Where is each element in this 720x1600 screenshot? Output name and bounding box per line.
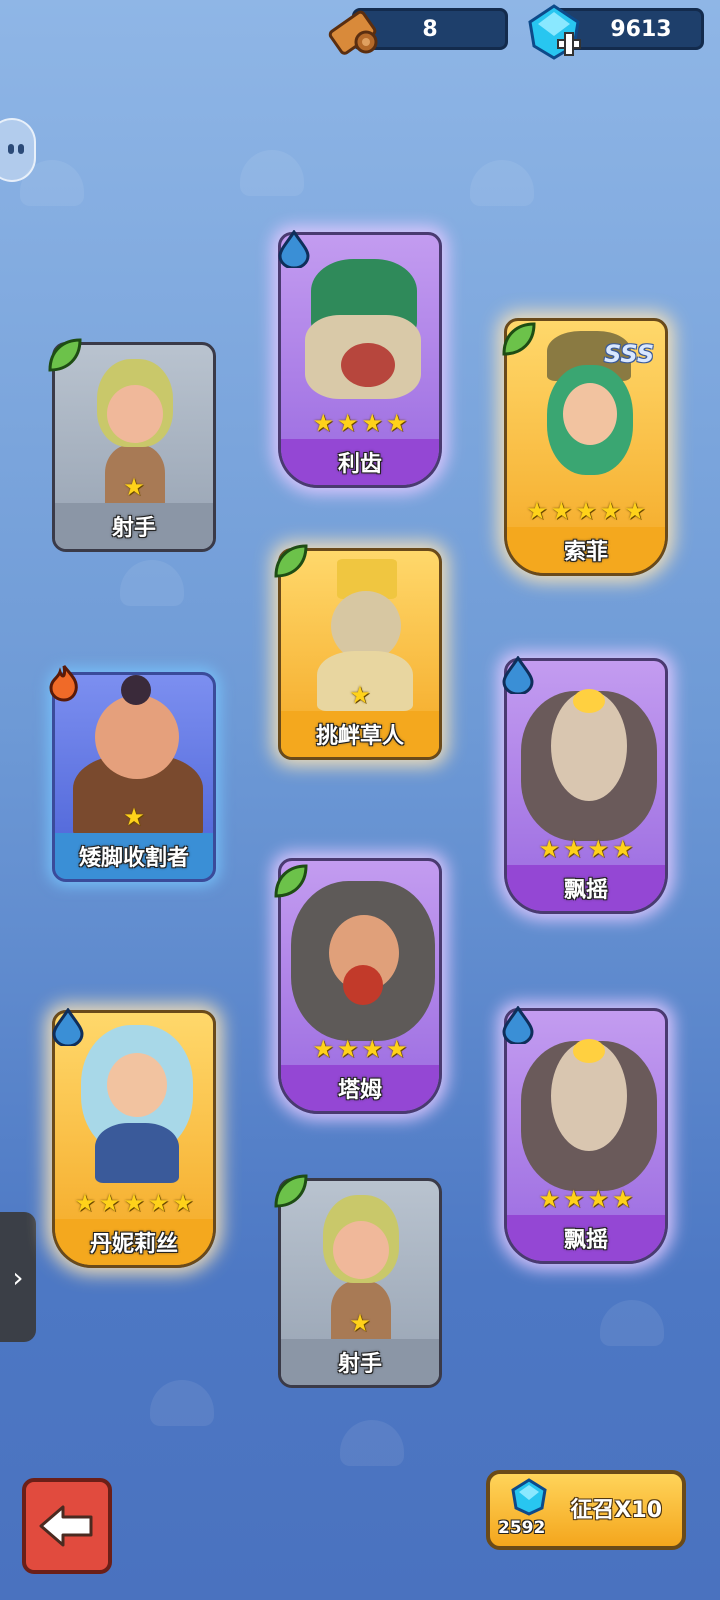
star-icon: ★ [538,835,560,863]
gem-count: 9613 [610,16,672,42]
star-icon: ★ [612,835,634,863]
star-icon: ★ [562,835,585,863]
star-rating: ★ ★ ★ ★ [507,1187,665,1211]
leaf-icon [502,322,536,356]
bg-pattern [600,1300,664,1346]
hero-name: 飘摇 [507,865,665,911]
hero-name: 挑衅草人 [281,711,439,757]
fire-icon [49,665,78,702]
hero-name: 射手 [55,503,213,549]
star-icon: ★ [349,1309,371,1337]
leaf-icon [274,1174,308,1208]
star-icon: ★ [550,497,573,525]
summon-cost: 2592 [498,1518,546,1538]
star-icon: ★ [336,409,359,437]
bg-pattern [120,560,184,606]
water-drop-icon [502,1006,534,1044]
star-rating: ★ ★ ★ ★ [507,837,665,861]
hero-name: 利齿 [281,439,439,485]
hero-name: 射手 [281,1339,439,1385]
star-icon: ★ [336,1035,359,1063]
tier-badge: SSS [604,340,655,368]
scroll-icon [328,10,378,55]
star-icon: ★ [361,1035,384,1063]
star-icon: ★ [98,1189,121,1217]
star-icon: ★ [123,1189,145,1217]
hero-card[interactable]: ★ ★ ★ ★ ★ 丹妮莉丝 [52,1010,216,1268]
hero-name: 塔姆 [281,1065,439,1111]
star-icon: ★ [312,409,334,437]
star-rating: ★ [281,683,439,707]
water-drop-icon [278,230,310,268]
star-icon: ★ [386,409,408,437]
star-icon: ★ [587,1185,610,1213]
bg-pattern [240,150,304,196]
hero-card[interactable]: ★ ★ ★ ★ 飘摇 [504,658,668,914]
star-icon: ★ [562,1185,585,1213]
chat-face-button[interactable] [0,118,36,182]
leaf-icon [48,338,82,372]
summon-x10-button[interactable]: 2592 征召X10 [486,1470,686,1550]
star-icon: ★ [312,1035,334,1063]
star-icon: ★ [147,1189,170,1217]
chevron-right-icon: › [12,1260,24,1294]
star-icon: ★ [349,681,371,709]
hero-card[interactable]: ★ 矮脚收割者 [52,672,216,882]
leaf-icon [274,864,308,898]
summon-label: 征召X10 [570,1498,662,1523]
star-icon: ★ [74,1189,96,1217]
hero-name: 飘摇 [507,1215,665,1261]
hero-card[interactable]: ★ ★ ★ ★ 利齿 [278,232,442,488]
star-rating: ★ ★ ★ ★ ★ [507,499,665,523]
star-rating: ★ ★ ★ ★ ★ [55,1191,213,1215]
back-button[interactable] [22,1478,112,1574]
star-icon: ★ [123,473,145,501]
gem-icon[interactable] [524,2,584,62]
scroll-count: 8 [422,16,438,42]
star-icon: ★ [599,497,622,525]
star-icon: ★ [172,1189,194,1217]
hero-card[interactable]: ★ ★ ★ ★ 飘摇 [504,1008,668,1264]
bg-pattern [340,1420,404,1466]
leaf-icon [274,544,308,578]
star-icon: ★ [361,409,384,437]
star-icon: ★ [123,803,145,831]
star-icon: ★ [575,497,597,525]
gem-icon [511,1478,547,1516]
star-icon: ★ [386,1035,408,1063]
water-drop-icon [502,656,534,694]
bg-pattern [470,160,534,206]
star-icon: ★ [587,835,610,863]
star-rating: ★ ★ ★ ★ [281,411,439,435]
hero-name: 丹妮莉丝 [55,1219,213,1265]
star-icon: ★ [526,497,548,525]
star-icon: ★ [612,1185,634,1213]
hero-name: 矮脚收割者 [55,833,213,879]
star-rating: ★ [55,805,213,829]
star-rating: ★ [281,1311,439,1335]
star-rating: ★ ★ ★ ★ [281,1037,439,1061]
water-drop-icon [52,1008,84,1046]
star-icon: ★ [624,497,646,525]
back-arrow-icon [39,1505,93,1547]
star-icon: ★ [538,1185,560,1213]
bg-pattern [150,1380,214,1426]
hero-name: 索菲 [507,527,665,573]
star-rating: ★ [55,475,213,499]
side-panel-toggle[interactable]: › [0,1212,36,1342]
